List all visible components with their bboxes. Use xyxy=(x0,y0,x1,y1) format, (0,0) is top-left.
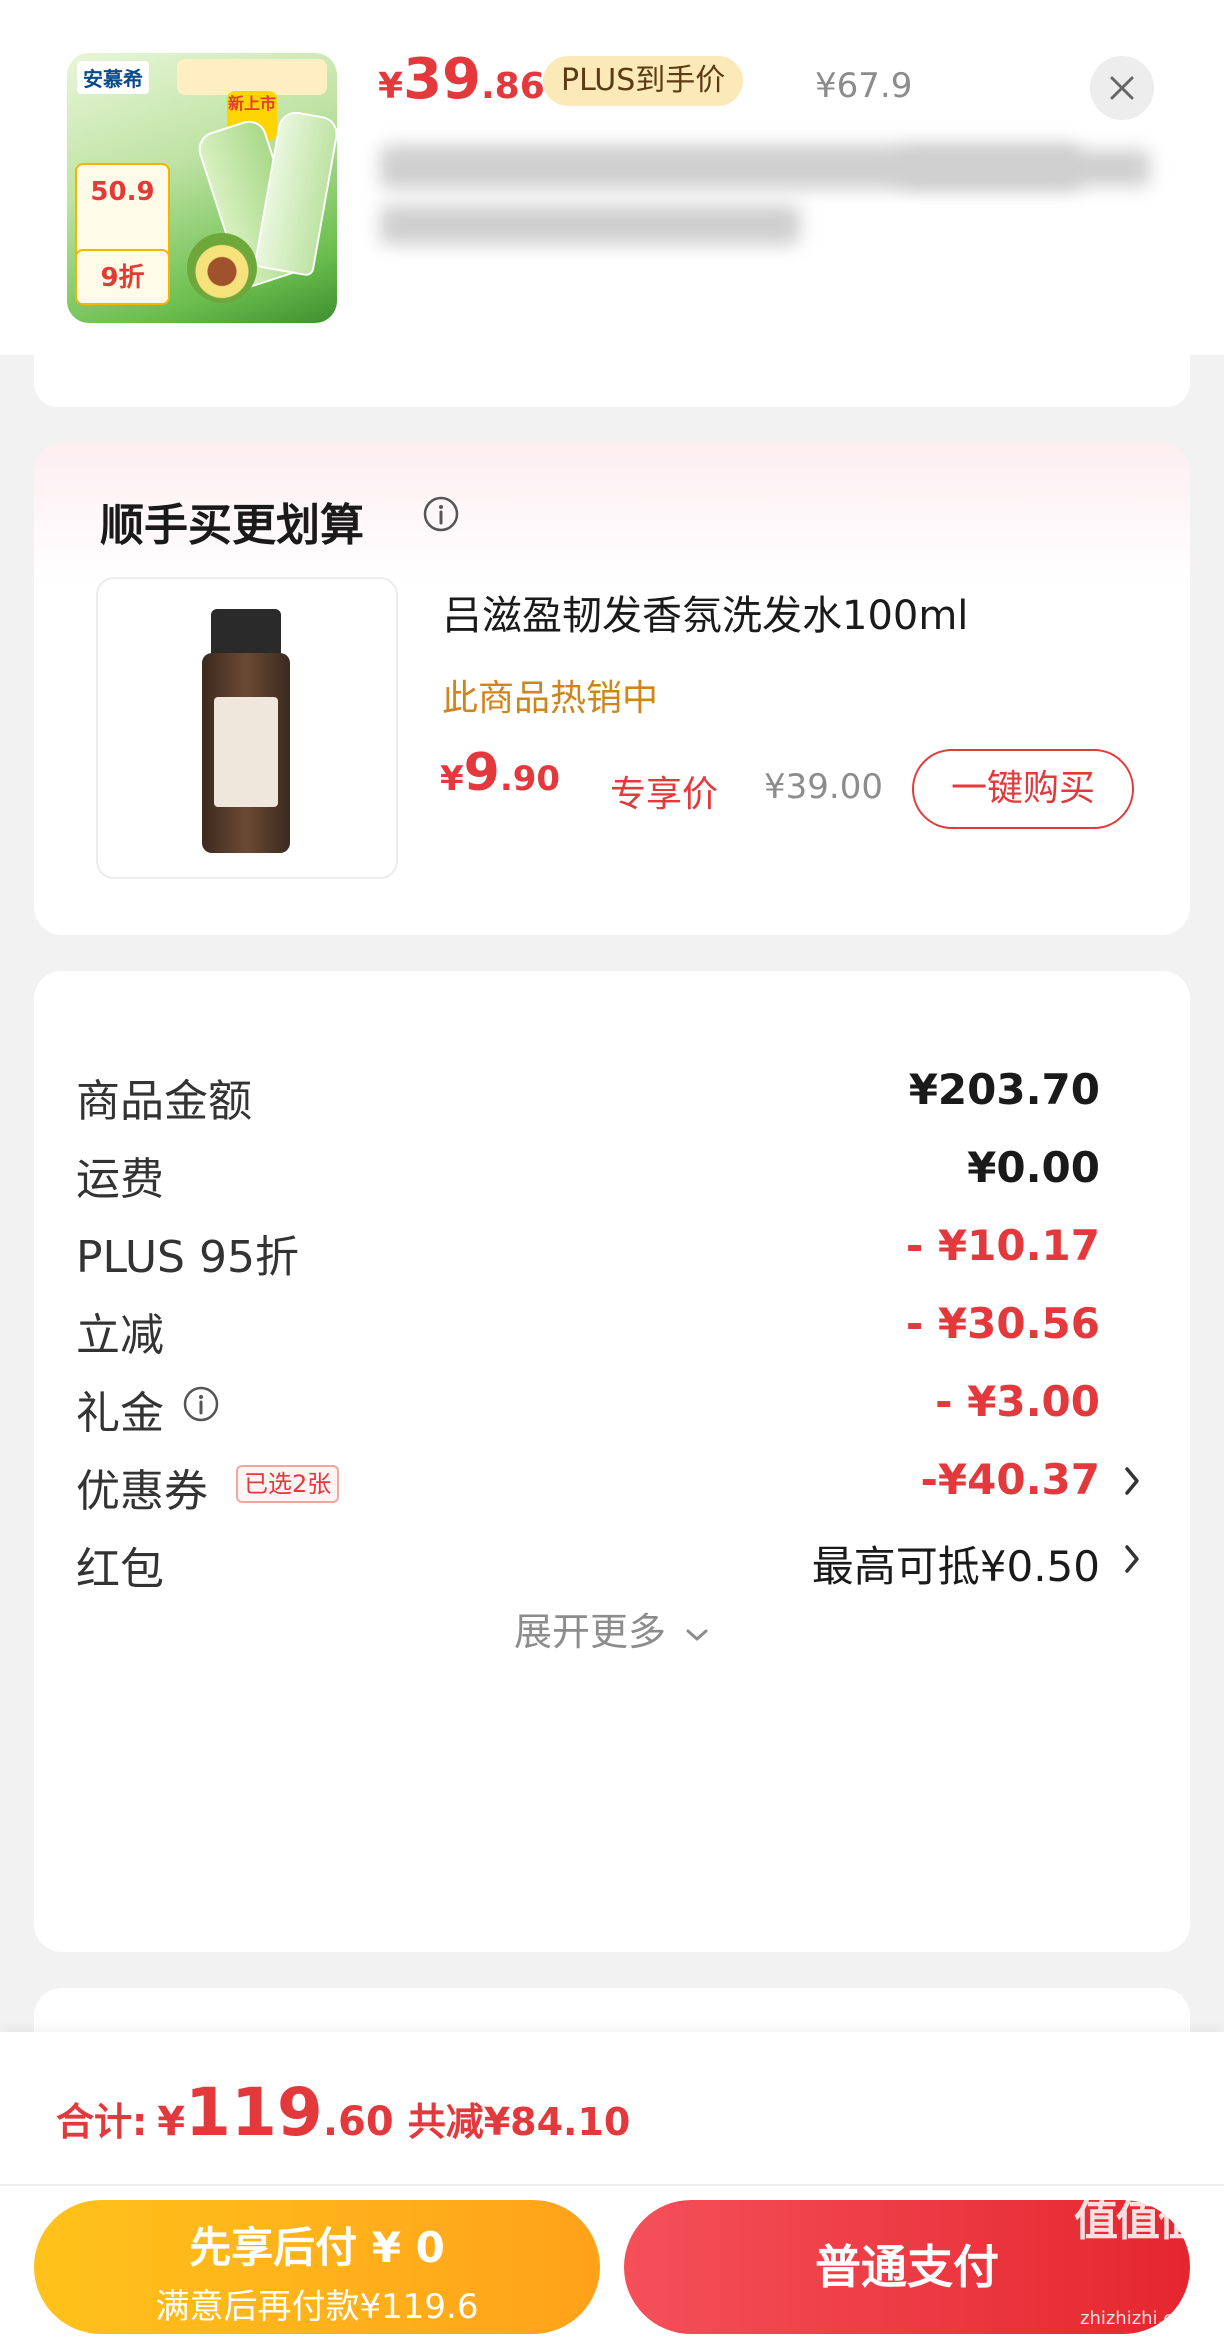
info-icon[interactable] xyxy=(182,1385,220,1423)
summary-row-coupon[interactable]: 优惠券 已选2张 -¥40.37 xyxy=(34,1441,1190,1521)
price-decimal: .90 xyxy=(499,759,561,799)
row-label: 立减 xyxy=(76,1310,164,1361)
divider xyxy=(0,2184,1224,2186)
summary-row-subtotal: 商品金额 ¥203.70 xyxy=(34,1051,1190,1131)
one-click-buy-button[interactable]: 一键购买 xyxy=(912,749,1134,829)
exclusive-price-label: 专享价 xyxy=(610,774,719,815)
addon-product-image[interactable] xyxy=(96,577,398,879)
close-icon xyxy=(1110,76,1134,100)
row-value: -¥40.37 xyxy=(920,1455,1100,1504)
bottle-cap xyxy=(211,609,281,657)
addon-hot-label: 此商品热销中 xyxy=(442,678,659,719)
total-saved: 共减¥84.10 xyxy=(407,2100,631,2144)
expand-more-button[interactable]: 展开更多 xyxy=(34,1601,1190,1656)
price-currency: ¥ xyxy=(378,66,404,107)
total-amount: 合计: ¥ 119 .60 共减¥84.10 xyxy=(56,2080,630,2146)
price-decimal: .86 xyxy=(481,66,545,107)
row-value: ¥0.00 xyxy=(967,1143,1100,1192)
coupon-selected-tag: 已选2张 xyxy=(236,1465,340,1503)
brand-logo: 安慕希 xyxy=(77,61,149,94)
promo-badge xyxy=(177,59,327,95)
original-price: ¥67.9 xyxy=(815,66,913,106)
row-label: 运费 xyxy=(76,1154,164,1205)
row-label: 红包 xyxy=(76,1544,164,1595)
addon-product-name[interactable]: 吕滋盈韧发香氛洗发水100ml xyxy=(442,583,968,641)
watermark: 值值值 xyxy=(1074,2195,1202,2246)
order-item-header: 安慕希 新上市 50.9 9折 ¥ 39 .86 PLUS到手价 ¥67.9 xyxy=(0,0,1224,355)
summary-row-plus-discount: PLUS 95折 - ¥10.17 xyxy=(34,1207,1190,1287)
card-bottom xyxy=(34,355,1190,407)
summary-row-gift-money: 礼金 - ¥3.00 xyxy=(34,1363,1190,1443)
pay-later-button[interactable]: 先享后付 ¥ 0 满意后再付款¥119.6 xyxy=(34,2200,600,2334)
price-currency: ¥ xyxy=(440,759,464,799)
row-label: 优惠券 xyxy=(76,1466,208,1517)
product-price: ¥ 39 .86 xyxy=(378,52,545,112)
row-label: 商品金额 xyxy=(76,1076,252,1127)
checkout-bar: 合计: ¥ 119 .60 共减¥84.10 先享后付 ¥ 0 满意后再付款¥1… xyxy=(0,2032,1224,2345)
summary-row-instant-discount: 立减 - ¥30.56 xyxy=(34,1285,1190,1365)
row-label: PLUS 95折 xyxy=(76,1232,299,1283)
price-integer: 9 xyxy=(463,743,500,803)
blurred-product-title xyxy=(900,150,1150,186)
chevron-down-icon xyxy=(686,1629,708,1640)
row-value: - ¥10.17 xyxy=(905,1221,1100,1270)
row-value: ¥203.70 xyxy=(908,1065,1100,1114)
total-decimal: .60 xyxy=(322,2099,394,2145)
avocado-image xyxy=(187,233,257,303)
total-label: 合计: xyxy=(56,2100,148,2144)
bottle-label xyxy=(214,697,278,807)
blurred-product-title xyxy=(380,205,800,245)
watermark-url: zhizhizhi.com xyxy=(1080,2308,1202,2329)
pay-later-subtitle: 满意后再付款¥119.6 xyxy=(155,2287,479,2327)
plus-price-tag: PLUS到手价 xyxy=(543,56,744,106)
summary-row-red-packet[interactable]: 红包 最高可抵¥0.50 xyxy=(34,1519,1190,1599)
info-icon[interactable] xyxy=(422,495,460,533)
addon-price: ¥ 9 .90 xyxy=(440,747,560,799)
chevron-right-icon xyxy=(1125,1545,1139,1573)
row-value: - ¥30.56 xyxy=(905,1299,1100,1348)
chevron-right-icon xyxy=(1125,1467,1139,1495)
price-integer: 39 xyxy=(403,47,481,112)
addon-card: 顺手买更划算 吕滋盈韧发香氛洗发水100ml 此商品热销中 ¥ 9 .90 专享… xyxy=(34,443,1190,935)
summary-row-shipping: 运费 ¥0.00 xyxy=(34,1129,1190,1209)
discount-sticker: 9折 xyxy=(75,249,170,305)
total-integer: 119 xyxy=(185,2074,323,2151)
row-value: - ¥3.00 xyxy=(935,1377,1100,1426)
expand-label: 展开更多 xyxy=(513,1610,666,1654)
total-currency: ¥ xyxy=(157,2099,186,2145)
price-summary-card: 商品金额 ¥203.70 运费 ¥0.00 PLUS 95折 - ¥10.17 … xyxy=(34,971,1190,1952)
addon-title: 顺手买更划算 xyxy=(100,500,364,551)
row-value: 最高可抵¥0.50 xyxy=(811,1542,1100,1591)
addon-original-price: ¥39.00 xyxy=(764,767,883,807)
promo-sticker: 50.9 xyxy=(75,163,170,259)
product-thumbnail[interactable]: 安慕希 新上市 50.9 9折 xyxy=(67,53,337,323)
close-button[interactable] xyxy=(1090,56,1154,120)
pay-later-title: 先享后付 ¥ 0 xyxy=(189,2223,445,2272)
row-label: 礼金 xyxy=(76,1388,164,1439)
